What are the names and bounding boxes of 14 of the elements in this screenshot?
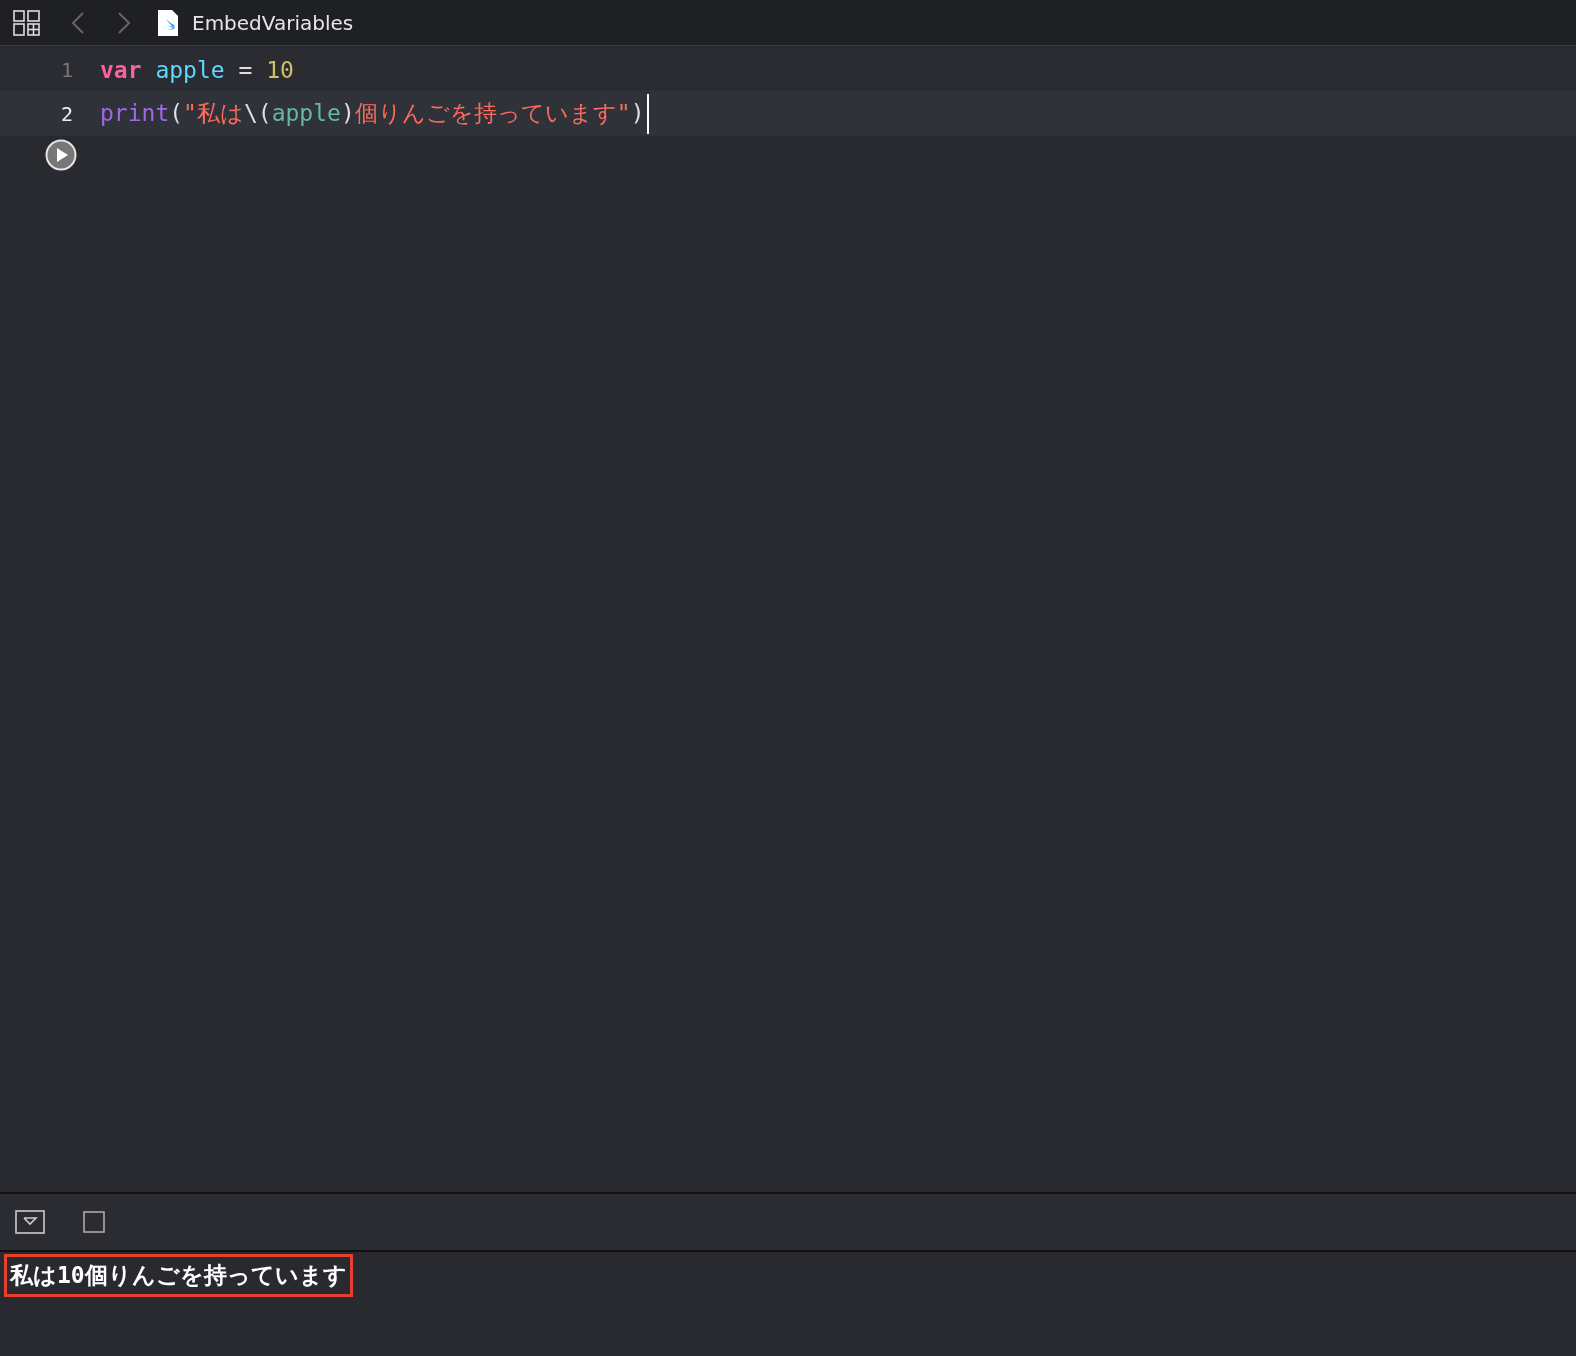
file-name[interactable]: EmbedVariables bbox=[192, 10, 354, 35]
back-icon[interactable] bbox=[71, 10, 85, 35]
forward-icon[interactable] bbox=[117, 10, 131, 35]
run-icon[interactable] bbox=[45, 139, 77, 171]
code-line: var apple = 10 bbox=[100, 57, 294, 83]
text-cursor bbox=[646, 93, 649, 134]
code-line: print("私は\(apple)個りんごを持っています") bbox=[100, 99, 645, 128]
swift-file-icon bbox=[157, 8, 179, 37]
square-icon[interactable] bbox=[83, 1211, 105, 1233]
console-output: 私は10個りんごを持っています bbox=[4, 1254, 353, 1297]
grid-icon[interactable] bbox=[13, 9, 41, 36]
line-number: 2 bbox=[59, 101, 73, 126]
hide-console-icon[interactable] bbox=[15, 1210, 45, 1234]
line-number: 1 bbox=[59, 58, 73, 82]
